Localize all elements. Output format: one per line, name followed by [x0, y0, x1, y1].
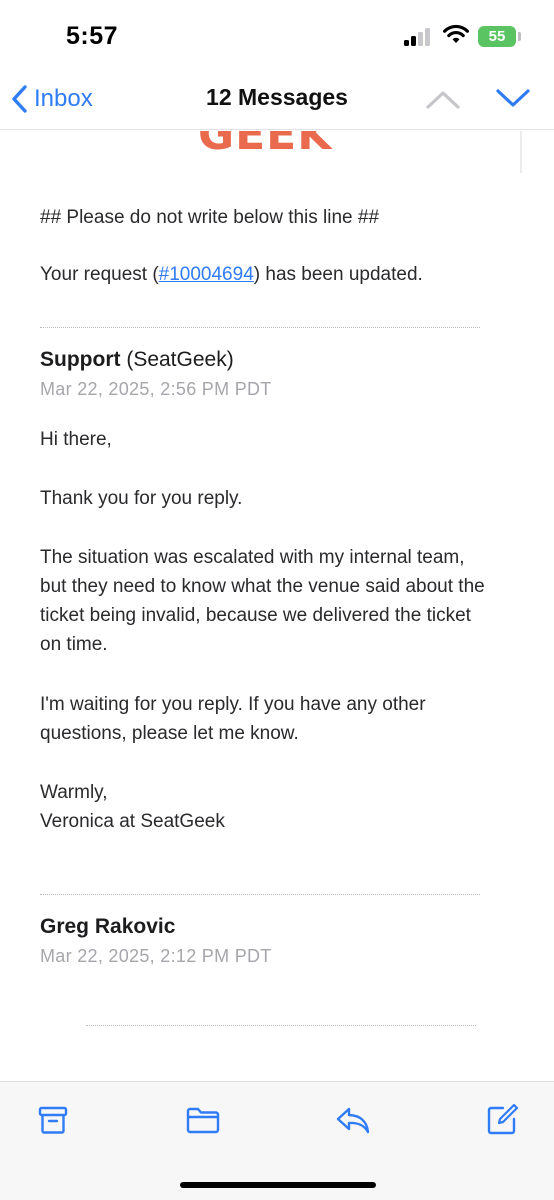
divider [40, 327, 480, 328]
signature: Veronica at SeatGeek [40, 811, 225, 832]
signoff: Warmly, [40, 782, 108, 803]
status-time: 5:57 [66, 22, 119, 50]
request-prefix: Your request ( [40, 264, 159, 285]
separator-line-text: ## Please do not write below this line #… [40, 207, 380, 228]
seatgeek-logo: GEEK [198, 131, 333, 160]
email-body[interactable]: GEEK ## Please do not write below this l… [0, 131, 554, 1081]
request-suffix: ) has been updated. [253, 264, 423, 285]
author-name: Greg Rakovic [40, 915, 176, 938]
wifi-icon [443, 24, 469, 43]
move-to-folder-button[interactable] [183, 1102, 223, 1138]
chevron-left-icon [12, 85, 27, 113]
archive-icon [38, 1106, 68, 1134]
status-bar: 5:57 55 [0, 0, 554, 70]
battery-tip [518, 32, 521, 41]
compose-button[interactable] [482, 1102, 522, 1138]
back-label: Inbox [34, 85, 93, 112]
scroll-indicator [520, 131, 522, 173]
home-indicator[interactable] [180, 1182, 376, 1188]
divider [86, 1025, 476, 1026]
request-update-line: Your request (#10004694) has been update… [40, 260, 423, 289]
message-author: Greg Rakovic [40, 915, 175, 939]
battery-level: 55 [488, 28, 506, 45]
message-timestamp: Mar 22, 2025, 2:56 PM PDT [40, 379, 272, 399]
archive-button[interactable] [33, 1102, 73, 1138]
cellular-signal-icon [404, 28, 434, 46]
paragraph: I'm waiting for you reply. If you have a… [40, 694, 426, 744]
reply-button[interactable] [333, 1102, 373, 1138]
divider [40, 894, 480, 895]
folder-icon [186, 1107, 220, 1134]
author-org: (SeatGeek) [126, 348, 234, 371]
reply-icon [336, 1107, 370, 1134]
paragraph: The situation was escalated with my inte… [40, 547, 485, 655]
next-message-icon[interactable] [494, 84, 532, 114]
nav-bar: Inbox 12 Messages [0, 70, 554, 130]
message-author: Support (SeatGeek) [40, 348, 234, 372]
battery-indicator: 55 [478, 26, 516, 47]
back-button[interactable]: Inbox [10, 80, 93, 118]
author-name: Support [40, 348, 121, 371]
paragraph: Thank you for you reply. [40, 488, 243, 509]
message-timestamp: Mar 22, 2025, 2:12 PM PDT [40, 946, 272, 966]
previous-message-icon[interactable] [424, 84, 462, 114]
bottom-toolbar [0, 1081, 554, 1200]
compose-icon [487, 1103, 519, 1135]
request-link[interactable]: #10004694 [159, 264, 254, 285]
greeting: Hi there, [40, 429, 112, 450]
